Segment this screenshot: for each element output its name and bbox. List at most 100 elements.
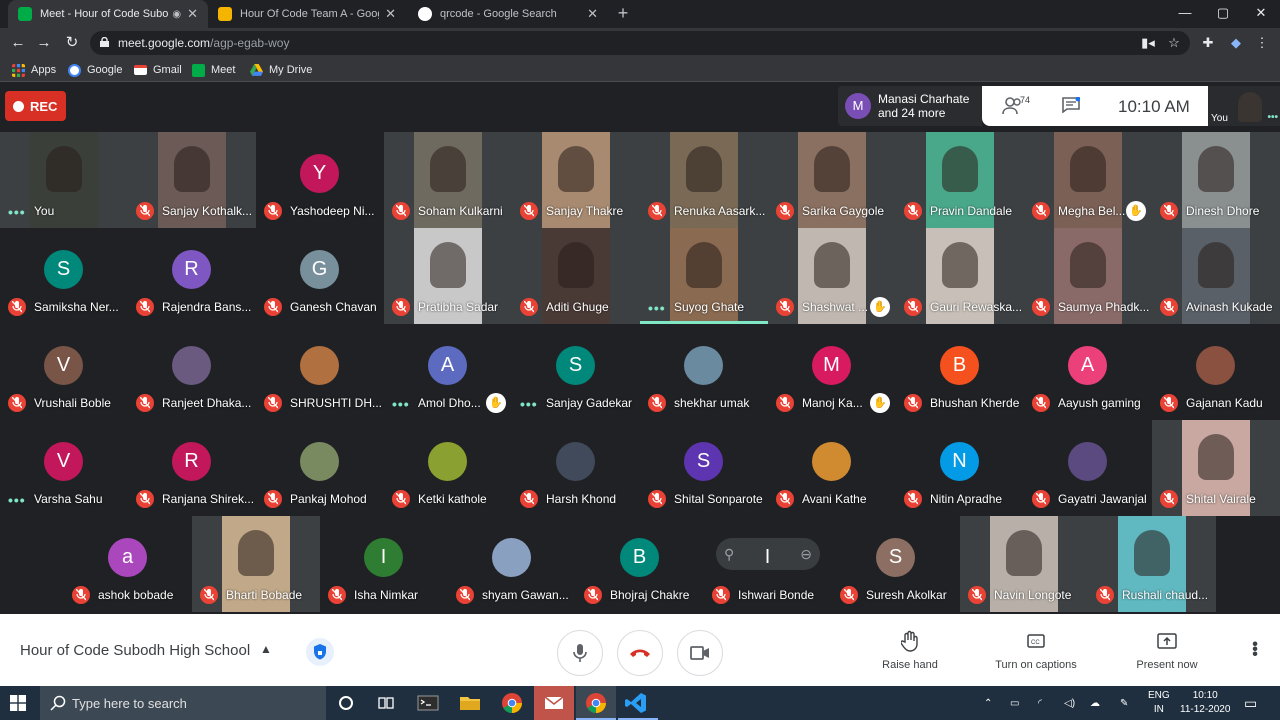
participant-tile[interactable]: ••• You bbox=[0, 132, 128, 228]
participant-tile[interactable]: a ashok bobade bbox=[64, 516, 192, 612]
participant-tile[interactable]: ••• Suyog Ghate bbox=[640, 228, 768, 324]
participant-tile[interactable]: B Bhojraj Chakre bbox=[576, 516, 704, 612]
bookmark-my-drive[interactable]: My Drive bbox=[250, 62, 312, 78]
participant-tile[interactable]: S ••• Sanjay Gadekar bbox=[512, 324, 640, 420]
presenting-participant[interactable]: M Manasi Charhate and 24 more bbox=[838, 86, 982, 126]
participant-tile[interactable]: A ••• Amol Dho... ✋ bbox=[384, 324, 512, 420]
participant-tile[interactable]: I Isha Nimkar bbox=[320, 516, 448, 612]
vscode-app-icon[interactable] bbox=[624, 691, 648, 715]
taskbar-clock[interactable]: 10:10 11-12-2020 bbox=[1180, 689, 1230, 717]
bookmark-google[interactable]: Google bbox=[68, 62, 122, 78]
participant-tile[interactable]: Sanjay Kothalk... bbox=[128, 132, 256, 228]
back-icon[interactable]: ← bbox=[8, 33, 28, 53]
self-view-thumbnail[interactable]: You ••• bbox=[1208, 86, 1280, 126]
participant-tile[interactable]: Sarika Gaygole bbox=[768, 132, 896, 228]
participant-tile[interactable]: M Manoj Ka... ✋ bbox=[768, 324, 896, 420]
mute-participant-icon[interactable]: ⊖ bbox=[800, 546, 812, 563]
participant-tile[interactable]: Pravin Dandale bbox=[896, 132, 1024, 228]
raise-hand-button[interactable]: Raise hand bbox=[872, 630, 948, 671]
participant-tile[interactable]: S Samiksha Ner... bbox=[0, 228, 128, 324]
onedrive-icon[interactable]: ☁ bbox=[1090, 686, 1100, 720]
participant-tile[interactable]: Bharti Bobade bbox=[192, 516, 320, 612]
bookmark-gmail[interactable]: Gmail bbox=[134, 62, 182, 78]
show-hidden-icons[interactable]: ⌃ bbox=[984, 686, 992, 720]
participant-tile[interactable]: Avinash Kukade bbox=[1152, 228, 1280, 324]
participant-tile[interactable]: Gajanan Kadu bbox=[1152, 324, 1280, 420]
pen-icon[interactable]: ✎ bbox=[1120, 686, 1128, 720]
tab-slides[interactable]: Hour Of Code Team A - Google S ✕ bbox=[208, 0, 406, 28]
more-options-icon[interactable]: ••• bbox=[520, 397, 538, 411]
tab-google-search[interactable]: qrcode - Google Search ✕ bbox=[408, 0, 608, 28]
participant-tile[interactable]: R Ranjana Shirek... bbox=[128, 420, 256, 516]
notifications-icon[interactable]: ▭ bbox=[1244, 686, 1257, 720]
chat-icon[interactable] bbox=[1062, 97, 1080, 113]
participant-tile[interactable]: Soham Kulkarni bbox=[384, 132, 512, 228]
windows-start-icon[interactable] bbox=[10, 695, 26, 711]
taskbar-search-box[interactable]: Type here to search bbox=[40, 686, 326, 720]
participant-tile[interactable]: N Nitin Apradhe bbox=[896, 420, 1024, 516]
participant-tile[interactable]: V Vrushali Boble bbox=[0, 324, 128, 420]
profile-extension-icon[interactable]: ◆ bbox=[1228, 35, 1244, 51]
bookmark-meet[interactable]: Meet bbox=[192, 62, 235, 78]
participant-tile[interactable]: Pratibha Sadar bbox=[384, 228, 512, 324]
reload-icon[interactable]: ↻ bbox=[62, 33, 82, 53]
bookmark-apps[interactable]: Apps bbox=[12, 62, 56, 78]
participant-tile[interactable]: Renuka Aasark... bbox=[640, 132, 768, 228]
participant-tile[interactable]: Pankaj Mohod bbox=[256, 420, 384, 516]
participant-tile[interactable]: V ••• Varsha Sahu bbox=[0, 420, 128, 516]
participant-tile[interactable]: B Bhushan Kherde bbox=[896, 324, 1024, 420]
cortana-icon[interactable] bbox=[334, 691, 358, 715]
more-options-icon[interactable]: ••• bbox=[8, 205, 26, 219]
terminal-app-icon[interactable] bbox=[416, 691, 440, 715]
present-now-button[interactable]: Present now bbox=[1130, 630, 1204, 671]
chrome-app-icon[interactable] bbox=[500, 691, 524, 715]
camera-button[interactable] bbox=[677, 630, 723, 676]
leave-call-button[interactable] bbox=[617, 630, 663, 676]
pin-icon[interactable]: ⚲ bbox=[724, 546, 734, 563]
extensions-icon[interactable]: ✚ bbox=[1200, 35, 1216, 51]
participant-tile[interactable]: shekhar umak bbox=[640, 324, 768, 420]
close-tab-icon[interactable]: ✕ bbox=[385, 6, 396, 22]
participant-tile[interactable]: SHRUSHTI DH... bbox=[256, 324, 384, 420]
participant-tile[interactable]: Avani Kathe bbox=[768, 420, 896, 516]
participant-tile[interactable]: Sanjay Thakre bbox=[512, 132, 640, 228]
participant-tile[interactable]: ⚲ ⊖ I Ishwari Bonde bbox=[704, 516, 832, 612]
participant-tile[interactable]: Gayatri Jawanjal bbox=[1024, 420, 1152, 516]
more-options-icon[interactable]: ••• bbox=[8, 493, 26, 507]
chrome-menu-icon[interactable]: ⋮ bbox=[1254, 35, 1270, 51]
maximize-button[interactable]: ▢ bbox=[1204, 0, 1242, 28]
participant-tile[interactable]: Dinesh Dhore bbox=[1152, 132, 1280, 228]
minimize-button[interactable]: — bbox=[1166, 0, 1204, 28]
more-options-icon[interactable]: ••• bbox=[392, 397, 410, 411]
host-controls-shield-icon[interactable] bbox=[306, 638, 334, 666]
forward-icon[interactable]: → bbox=[34, 33, 54, 53]
chevron-up-icon[interactable]: ▲ bbox=[260, 642, 272, 656]
more-options-icon[interactable]: ••• bbox=[1250, 637, 1260, 663]
participant-tile[interactable]: Y Yashodeep Ni... bbox=[256, 132, 384, 228]
more-options-icon[interactable]: ••• bbox=[648, 301, 666, 315]
participant-tile[interactable]: Rushali chaud... bbox=[1088, 516, 1216, 612]
participant-tile[interactable]: Shital Vairale bbox=[1152, 420, 1280, 516]
participant-tile[interactable]: S Suresh Akolkar bbox=[832, 516, 960, 612]
microphone-button[interactable] bbox=[557, 630, 603, 676]
file-explorer-icon[interactable] bbox=[458, 691, 482, 715]
meeting-title[interactable]: Hour of Code Subodh High School bbox=[20, 642, 250, 659]
close-window-button[interactable]: ✕ bbox=[1242, 0, 1280, 28]
battery-icon[interactable]: ▭ bbox=[1010, 686, 1019, 720]
close-tab-icon[interactable]: ✕ bbox=[587, 6, 598, 22]
participant-tile[interactable]: Ketki kathole bbox=[384, 420, 512, 516]
participant-tile[interactable]: Harsh Khond bbox=[512, 420, 640, 516]
captions-button[interactable]: CC Turn on captions bbox=[988, 630, 1084, 671]
address-bar[interactable]: meet.google.com/agp-egab-woy ▮◂ ☆ bbox=[90, 31, 1190, 55]
wifi-icon[interactable]: ◜ bbox=[1038, 686, 1042, 720]
new-tab-button[interactable]: + bbox=[612, 3, 634, 25]
participant-tile[interactable]: Shashwat ... ✋ bbox=[768, 228, 896, 324]
bookmark-star-icon[interactable]: ☆ bbox=[1166, 35, 1182, 51]
close-tab-icon[interactable]: ✕ bbox=[187, 6, 198, 22]
participant-tile[interactable]: Navin Longote bbox=[960, 516, 1088, 612]
participant-tile[interactable]: Saumya Phadk... bbox=[1024, 228, 1152, 324]
participant-tile[interactable]: A Aayush gaming bbox=[1024, 324, 1152, 420]
language-indicator[interactable]: ENG IN bbox=[1148, 689, 1170, 717]
task-view-icon[interactable] bbox=[374, 691, 398, 715]
tab-meet[interactable]: Meet - Hour of Code Subodh ◉ ✕ bbox=[8, 0, 208, 28]
